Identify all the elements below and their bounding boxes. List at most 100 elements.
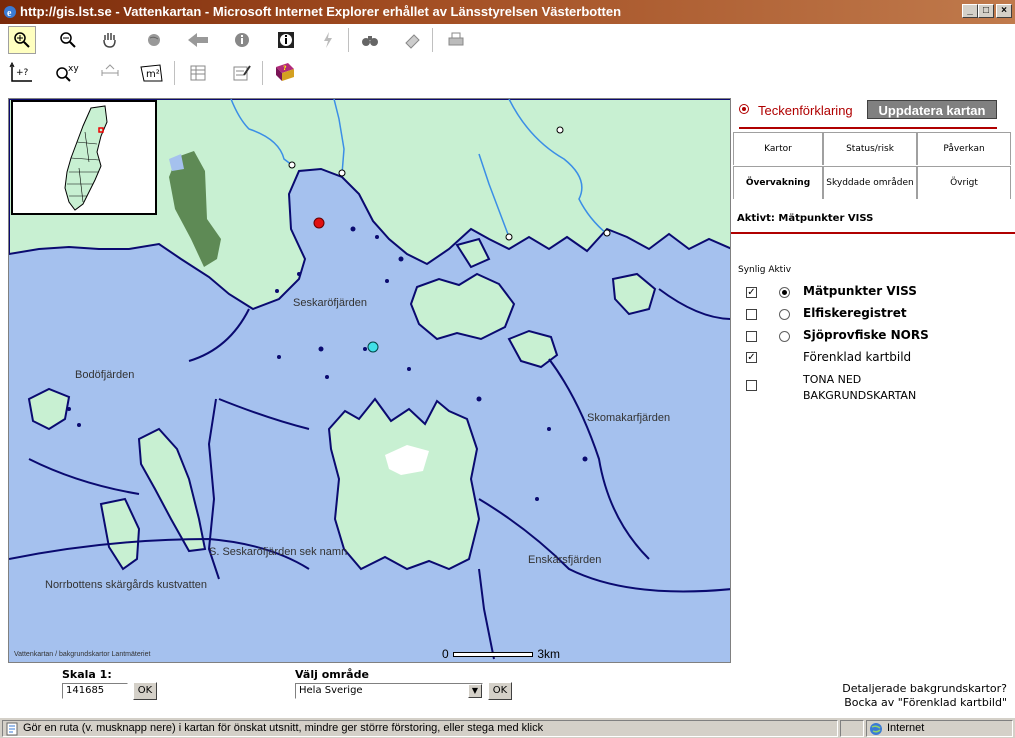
close-button[interactable]: ×: [996, 4, 1012, 18]
tab-ovrigt[interactable]: Övrigt: [917, 166, 1011, 199]
back-arrow-icon: [188, 33, 208, 47]
tab-status-risk[interactable]: Status/risk: [823, 132, 917, 165]
area-select[interactable]: Hela Sverige ▼: [295, 683, 483, 699]
zone-label: Internet: [887, 722, 925, 734]
pan-tool[interactable]: [96, 26, 124, 54]
attribute-table-tool[interactable]: [184, 59, 212, 87]
visible-checkbox-tona-ned[interactable]: [746, 380, 757, 391]
visible-checkbox-elfiske[interactable]: [746, 309, 757, 320]
active-layer-label: Aktivt: Mätpunkter VISS: [737, 213, 874, 224]
table-icon: [190, 65, 206, 81]
area-label: Välj område: [295, 668, 369, 681]
globe-icon: [148, 34, 160, 46]
lightning-icon: [324, 32, 332, 48]
zoom-to-xy-tool[interactable]: xy: [54, 59, 82, 87]
measure-coordinate-icon: +?: [9, 61, 32, 82]
tab-skyddade-omraden[interactable]: Skyddade områden: [823, 166, 917, 199]
maximize-button[interactable]: □: [978, 4, 994, 18]
legend-link[interactable]: Teckenförklaring: [758, 103, 853, 118]
status-pane-2: [840, 720, 864, 737]
area-tool[interactable]: m²: [138, 59, 166, 87]
page-icon: [6, 722, 18, 736]
info-icon: [235, 33, 249, 47]
layer-panel: Teckenförklaring Uppdatera kartan Kartor…: [731, 96, 1015, 716]
active-radio-matpunkter[interactable]: [779, 287, 790, 298]
scale-start: 0: [442, 647, 449, 661]
layer-label-tona-ned: TONA NED BAKGRUNDSKARTAN: [803, 373, 917, 402]
zoom-out-icon: [60, 32, 76, 48]
tab-kartor[interactable]: Kartor: [733, 132, 823, 165]
active-radio-elfiske[interactable]: [779, 309, 790, 320]
active-radio-sjoprovfiske[interactable]: [779, 331, 790, 342]
visible-checkbox-matpunkter[interactable]: ✓: [746, 287, 757, 298]
sweden-overview-icon: [64, 105, 108, 211]
map-toolbar: +? xy m² ?: [0, 24, 1015, 94]
visible-checkbox-sjoprovfiske[interactable]: [746, 331, 757, 342]
divider-2: [731, 232, 1015, 234]
tab-overvakning[interactable]: Övervakning: [733, 166, 823, 199]
island-center: [409, 272, 516, 341]
coordinate-tool[interactable]: +?: [8, 59, 36, 87]
hotlink-tool[interactable]: [314, 26, 342, 54]
chevron-down-icon[interactable]: ▼: [468, 684, 482, 698]
identify-all-tool[interactable]: [272, 26, 300, 54]
layer-label-forenklad: Förenklad kartbild: [803, 350, 912, 364]
label-s-seskarofjarden: S. Seskaröfjärden sek namn: [209, 546, 348, 558]
print-tool[interactable]: [442, 26, 470, 54]
label-norrbotten: Norrbottens skärgårds kustvatten: [45, 579, 208, 591]
full-extent-tool[interactable]: [140, 26, 168, 54]
layer-label-sjoprovfiske: Sjöprovfiske NORS: [803, 328, 929, 342]
label-bodofjarden: Bodöfjärden: [75, 369, 135, 381]
area-select-value: Hela Sverige: [299, 685, 363, 696]
clear-selection-tool[interactable]: [398, 26, 426, 54]
previous-view-tool[interactable]: [184, 26, 212, 54]
area-m2-icon: m²: [140, 64, 163, 82]
help-book-icon: ?: [276, 63, 294, 81]
zoom-in-tool[interactable]: [8, 26, 36, 54]
scale-bar: 0 3km: [442, 647, 560, 661]
scale-ok-button[interactable]: OK: [133, 682, 157, 700]
measure-distance-icon: [101, 64, 119, 76]
land-south-peninsula: [327, 397, 481, 571]
status-message: Gör en ruta (v. musknapp nere) i kartan …: [23, 722, 544, 734]
status-bar: Gör en ruta (v. musknapp nere) i kartan …: [0, 717, 1015, 738]
scale-bar-graphic: [453, 652, 534, 658]
label-enskarsfjarden: Enskärsfjärden: [528, 554, 602, 566]
minimize-button[interactable]: _: [962, 4, 978, 18]
info-dark-icon: [278, 32, 294, 48]
zoom-xy-icon: xy: [56, 64, 79, 82]
measure-tool[interactable]: [96, 59, 124, 87]
area-ok-button[interactable]: OK: [488, 682, 512, 700]
map-view[interactable]: Seskaröfjärden Bodöfjärden Skomakarfjärd…: [8, 98, 731, 663]
measurement-point-red: [313, 217, 325, 229]
eraser-icon: [405, 34, 420, 49]
edit-form-icon: [233, 65, 251, 81]
overview-map[interactable]: [11, 100, 157, 215]
edit-tool[interactable]: [228, 59, 256, 87]
svg-text:+?: +?: [16, 68, 29, 78]
window-title: http://gis.lst.se - Vattenkartan - Micro…: [20, 4, 622, 19]
label-seskarofjarden: Seskaröfjärden: [293, 297, 367, 309]
search-tool[interactable]: [356, 26, 384, 54]
scale-input[interactable]: 141685: [62, 683, 128, 699]
ie-icon: e: [4, 6, 16, 19]
column-headers: Synlig Aktiv: [738, 265, 792, 275]
visible-checkbox-forenklad[interactable]: ✓: [746, 352, 757, 363]
binoculars-icon: [362, 36, 378, 46]
measurement-point-cyan: [367, 341, 379, 353]
help-tool[interactable]: ?: [270, 59, 298, 87]
svg-text:xy: xy: [68, 64, 79, 74]
zoom-out-tool[interactable]: [54, 26, 82, 54]
browser-window: e http://gis.lst.se - Vattenkartan - Mic…: [0, 0, 1015, 738]
detail-maps-question: Detaljerade bakgrundskartor?: [842, 682, 1007, 695]
identify-tool[interactable]: [228, 26, 256, 54]
map-copyright: Vattenkartan / bakgrundskartor Lantmäter…: [14, 651, 151, 658]
legend-radio-icon[interactable]: [739, 104, 749, 114]
print-icon: [448, 32, 464, 46]
zone-pane: Internet: [866, 720, 1013, 737]
label-skomakarfjarden: Skomakarfjärden: [587, 412, 671, 424]
update-map-button[interactable]: Uppdatera kartan: [867, 100, 997, 119]
title-bar: e http://gis.lst.se - Vattenkartan - Mic…: [0, 0, 1015, 24]
layer-label-matpunkter: Mätpunkter VISS: [803, 284, 917, 298]
tab-paverkan[interactable]: Påverkan: [917, 132, 1011, 165]
